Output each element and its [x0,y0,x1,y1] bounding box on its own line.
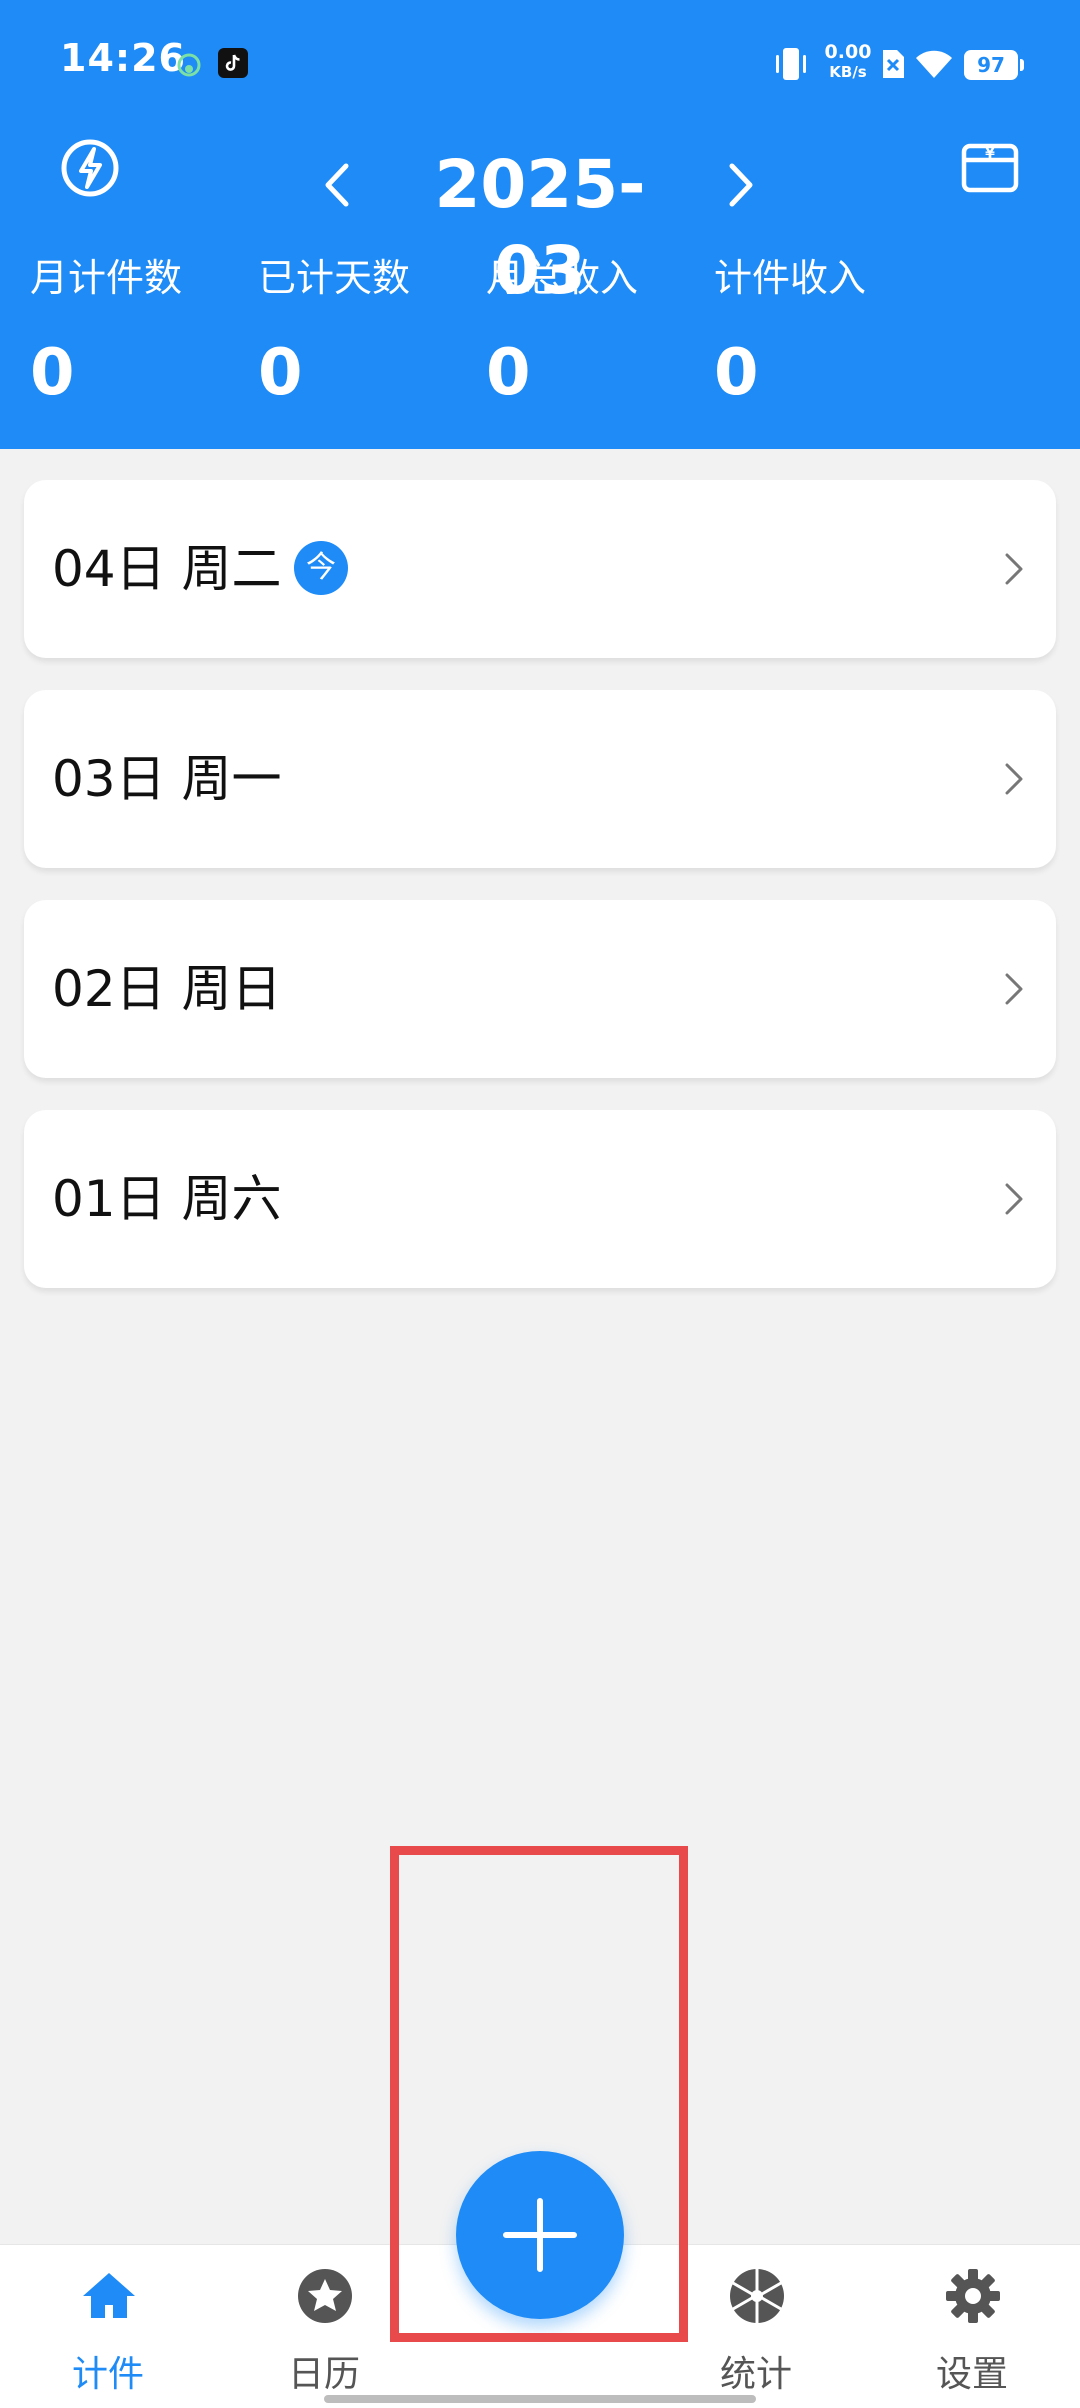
network-speed-unit: KB/s [829,63,867,81]
nav-tab-piecework[interactable]: 计件 [0,2245,216,2408]
chevron-right-icon [1005,763,1023,795]
gear-icon [946,2269,1000,2323]
chevron-right-icon [729,163,753,207]
network-speed-value: 0.00 [824,41,872,63]
day-label: 03日 周一 [52,750,282,808]
plus-icon [503,2198,577,2272]
svg-text:¥: ¥ [985,146,995,162]
day-label: 04日 周二 [52,540,282,598]
home-indicator[interactable] [324,2395,756,2403]
next-month-button[interactable] [706,142,776,228]
home-icon [83,2273,135,2318]
battery-indicator: 97 [964,50,1024,80]
nav-tab-label: 统计 [719,2354,792,2395]
stat-label: 月计件数 [30,256,183,300]
chevron-right-icon [1005,553,1023,585]
stat-label: 已计天数 [258,256,411,300]
wifi-icon [914,46,954,80]
status-time: 14:26 [60,36,186,80]
nav-tab-calendar[interactable]: 日历 [216,2245,432,2408]
no-sim-icon [880,48,906,80]
stat-value: 0 [714,336,759,410]
add-record-button[interactable] [456,2151,624,2319]
stat-value: 0 [30,336,75,410]
stat-monthly-income: 月总收入 0 [486,254,706,408]
nav-tab-label: 计件 [71,2354,144,2395]
aperture-icon [730,2269,784,2323]
stat-label: 计件收入 [714,256,867,300]
flash-icon[interactable] [56,134,124,202]
star-icon [298,2269,352,2323]
stat-counted-days: 已计天数 0 [258,254,478,408]
day-label: 01日 周六 [52,1170,282,1228]
notification-app-icon [176,50,202,80]
chevron-right-icon [1005,973,1023,1005]
network-speed: 0.00 KB/s [820,42,876,82]
prev-month-button[interactable] [302,142,372,228]
tiktok-icon [218,48,248,78]
wallet-icon[interactable]: ¥ [956,134,1024,202]
day-row-02[interactable]: 02日 周日 [24,900,1056,1078]
stat-piece-income: 计件收入 0 [714,254,934,408]
stat-label: 月总收入 [486,256,639,300]
stat-value: 0 [486,336,531,410]
day-row-03[interactable]: 03日 周一 [24,690,1056,868]
stat-monthly-count: 月计件数 0 [30,254,250,408]
status-bar: 14:26 0.00 KB/s 97 [0,0,1080,128]
day-row-01[interactable]: 01日 周六 [24,1110,1056,1288]
vibrate-icon [772,46,810,82]
stat-value: 0 [258,336,303,410]
day-row-04[interactable]: 04日 周二 今 [24,480,1056,658]
chevron-right-icon [1005,1183,1023,1215]
nav-tab-label: 日历 [287,2354,360,2395]
today-badge: 今 [294,541,348,595]
nav-tab-label: 设置 [935,2354,1008,2395]
nav-tab-statistics[interactable]: 统计 [648,2245,864,2408]
day-label: 02日 周日 [52,960,282,1018]
nav-tab-settings[interactable]: 设置 [864,2245,1080,2408]
chevron-left-icon [325,163,349,207]
header: 14:26 0.00 KB/s 97 2025-03 ¥ 月计件数 0 已计天数… [0,0,1080,449]
